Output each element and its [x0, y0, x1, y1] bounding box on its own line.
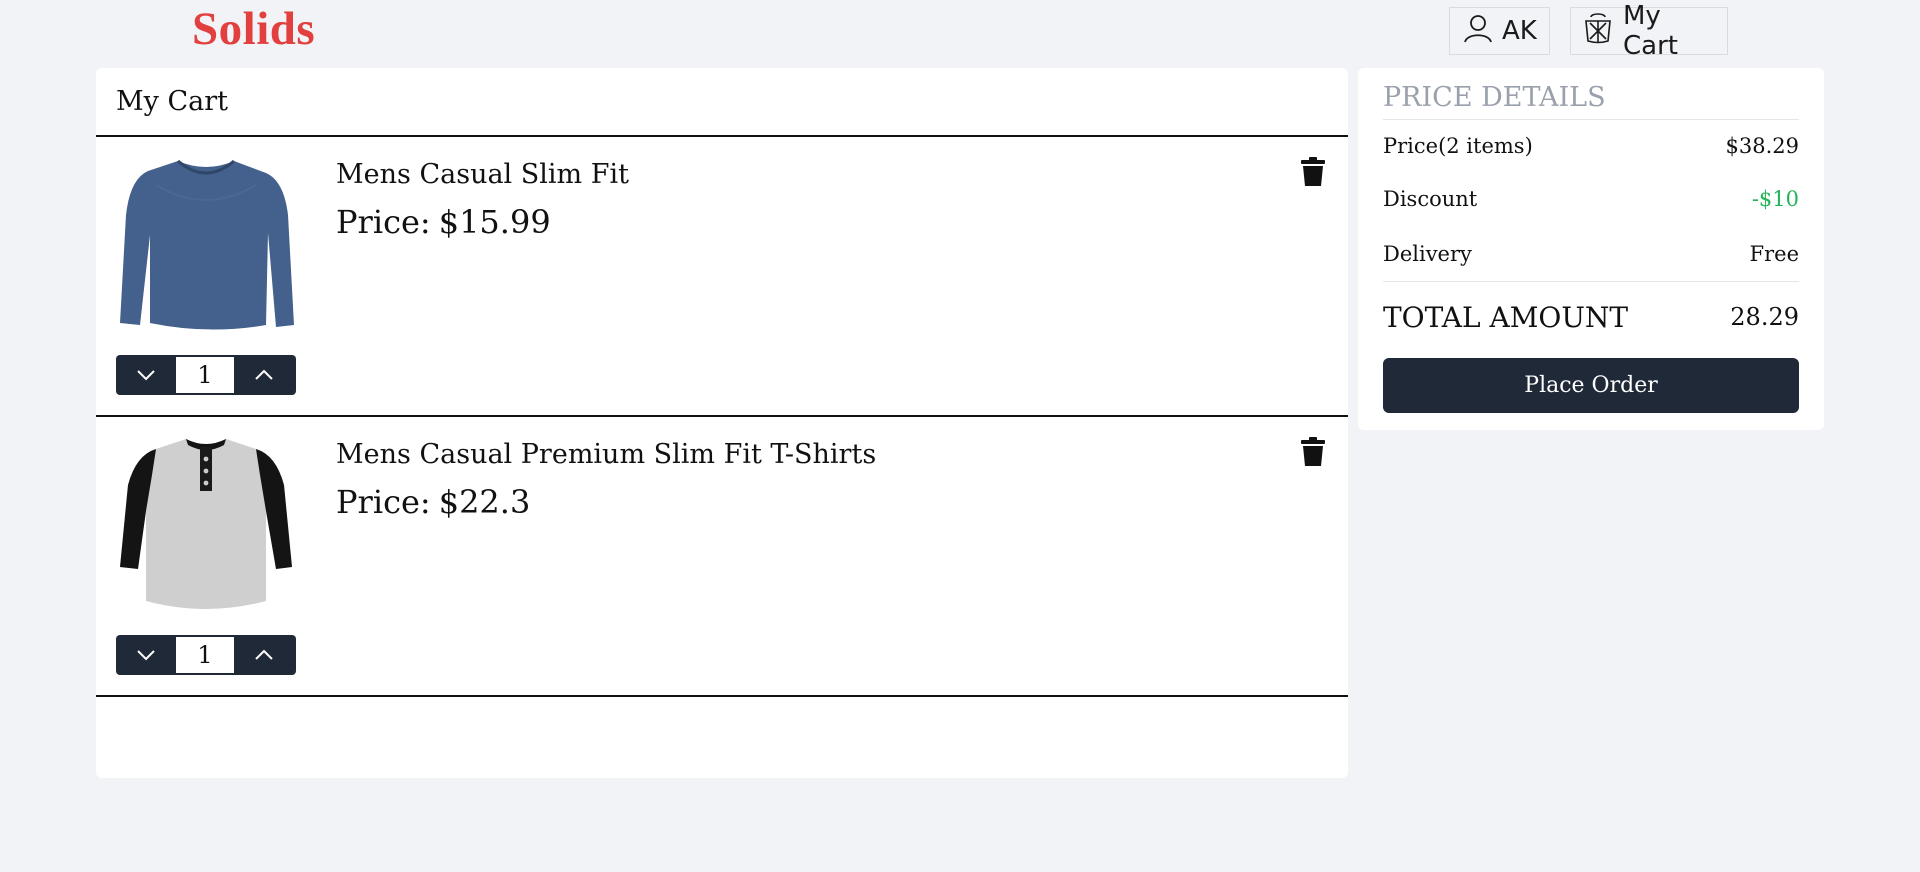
- product-image-henley-shirt[interactable]: [116, 435, 296, 613]
- chevron-down-icon: [137, 650, 155, 661]
- chevron-up-icon: [255, 649, 273, 660]
- decrease-quantity-button[interactable]: [116, 355, 176, 395]
- quantity-stepper: 1: [116, 635, 296, 675]
- product-name[interactable]: Mens Casual Premium Slim Fit T-Shirts: [336, 439, 876, 470]
- discount-row: Discount -$10: [1383, 171, 1799, 226]
- quantity-value[interactable]: 1: [176, 637, 234, 673]
- brand-logo[interactable]: Solids: [192, 2, 315, 56]
- discount-label: Discount: [1383, 186, 1478, 211]
- delivery-label: Delivery: [1383, 241, 1472, 266]
- cart-item: Mens Casual Premium Slim Fit T-Shirts Pr…: [96, 417, 1348, 697]
- cart-label: My Cart: [1623, 1, 1678, 61]
- chevron-up-icon: [255, 369, 273, 380]
- price-row-label: Price(2 items): [1383, 133, 1533, 158]
- header-cart-button[interactable]: My Cart: [1570, 1, 1728, 61]
- decrease-quantity-button[interactable]: [116, 635, 176, 675]
- price-value: $22.3: [438, 483, 531, 521]
- price-label: Price:: [336, 483, 431, 521]
- delivery-value: Free: [1749, 241, 1799, 266]
- total-value: 28.29: [1730, 303, 1799, 331]
- total-row: TOTAL AMOUNT 28.29: [1383, 282, 1799, 352]
- quantity-stepper: 1: [116, 355, 296, 395]
- price-label: Price:: [336, 203, 431, 241]
- price-details-panel: PRICE DETAILS Price(2 items) $38.29 Disc…: [1358, 68, 1824, 430]
- quantity-value[interactable]: 1: [176, 357, 234, 393]
- product-name[interactable]: Mens Casual Slim Fit: [336, 159, 629, 190]
- cart-icon: [1581, 11, 1615, 52]
- price-value: $15.99: [438, 203, 551, 241]
- product-image-blue-shirt[interactable]: [116, 155, 296, 333]
- cart-title: My Cart: [96, 68, 1348, 137]
- cart-panel: My Cart Mens Casual Slim Fit Price: $15.9…: [96, 68, 1348, 778]
- product-price: Price: $22.3: [336, 483, 530, 521]
- product-price: Price: $15.99: [336, 203, 551, 241]
- discount-value: -$10: [1751, 186, 1799, 211]
- cart-item: Mens Casual Slim Fit Price: $15.99 1: [96, 137, 1348, 417]
- total-label: TOTAL AMOUNT: [1383, 300, 1629, 334]
- chevron-down-icon: [137, 370, 155, 381]
- increase-quantity-button[interactable]: [234, 635, 294, 675]
- user-button[interactable]: AK: [1449, 7, 1550, 55]
- delete-icon[interactable]: [1300, 157, 1326, 187]
- price-row: Price(2 items) $38.29: [1383, 120, 1799, 171]
- user-icon: [1462, 12, 1494, 51]
- place-order-button[interactable]: Place Order: [1383, 358, 1799, 413]
- delete-icon[interactable]: [1300, 437, 1326, 467]
- delivery-row: Delivery Free: [1383, 226, 1799, 282]
- price-row-value: $38.29: [1725, 133, 1799, 158]
- increase-quantity-button[interactable]: [234, 355, 294, 395]
- user-label: AK: [1502, 16, 1537, 46]
- price-details-heading: PRICE DETAILS: [1383, 82, 1799, 120]
